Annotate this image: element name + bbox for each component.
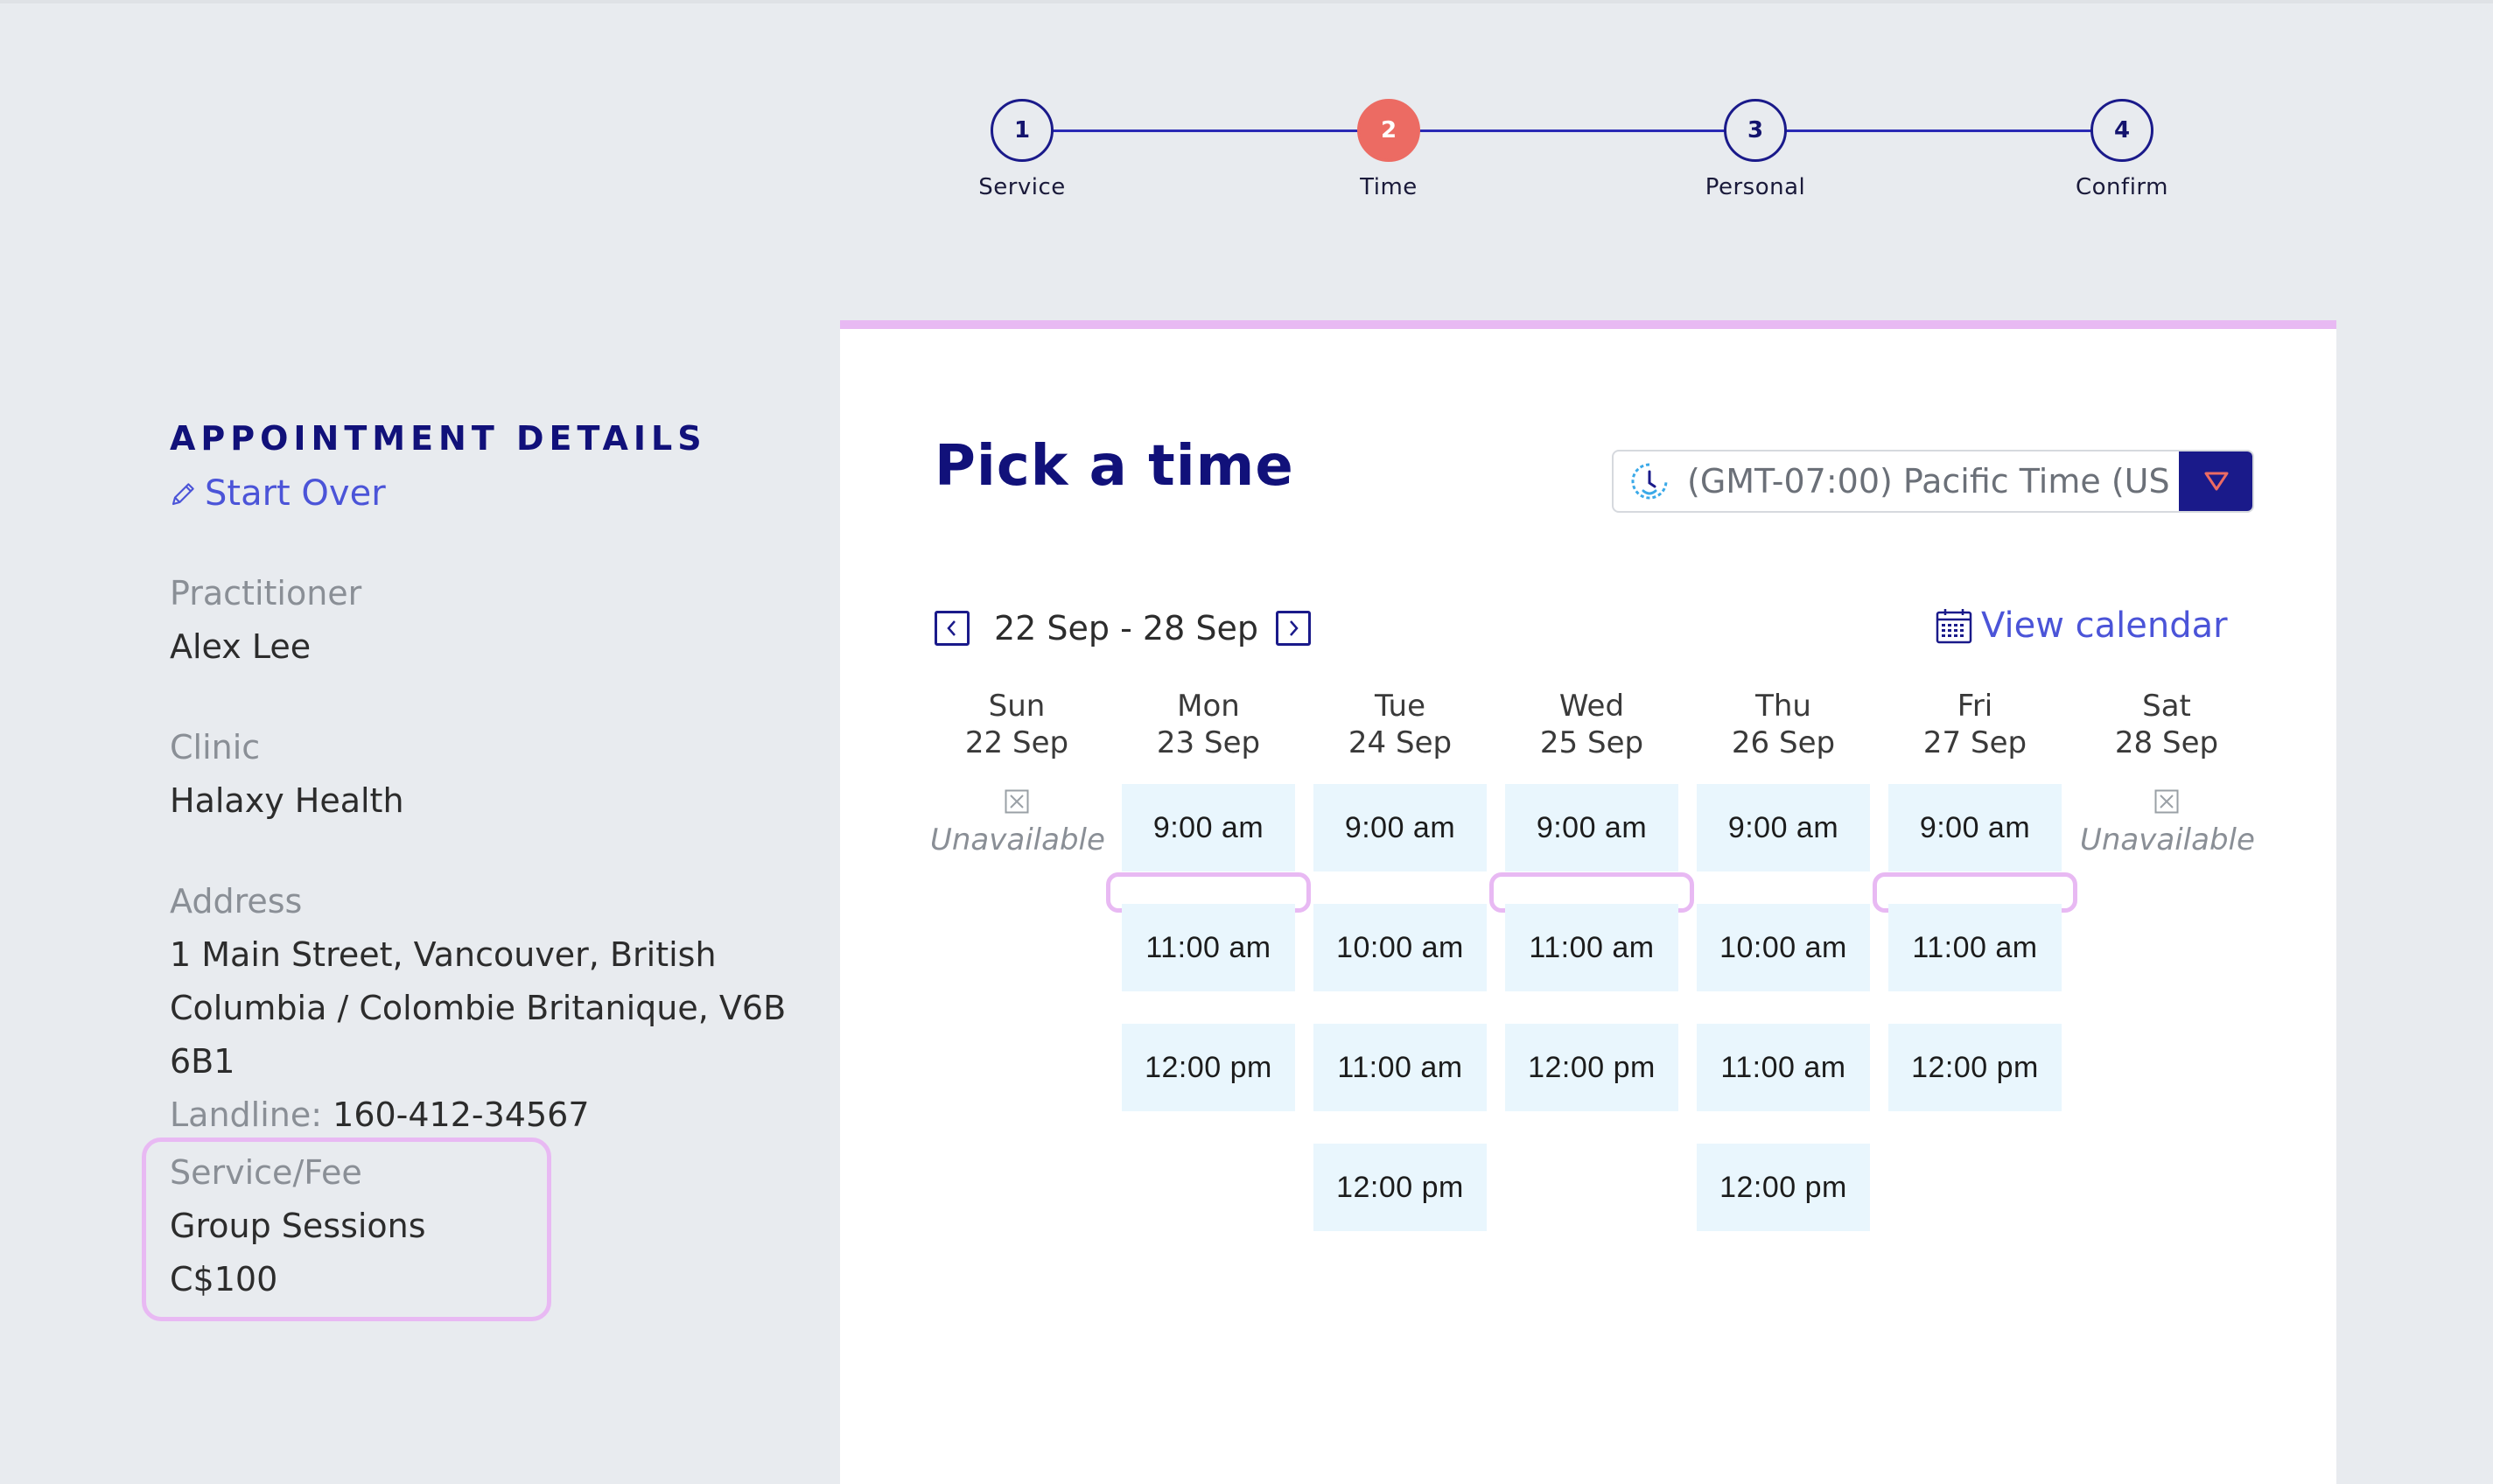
step-label: Confirm — [2076, 174, 2168, 200]
day-date: 25 Sep — [1539, 725, 1644, 760]
timezone-select[interactable]: (GMT-07:00) Pacific Time (US & Canada) — [1612, 450, 2254, 513]
timezone-value: (GMT-07:00) Pacific Time (US & Canada) — [1687, 462, 2179, 500]
page-title: Pick a time — [935, 434, 1294, 499]
week-range: 22 Sep - 28 Sep — [994, 609, 1258, 648]
view-calendar-label: View calendar — [1981, 606, 2228, 646]
landline: Landline: 160-412-34567 — [170, 1088, 835, 1142]
clinic-label: Clinic — [170, 728, 261, 766]
landline-value: 160-412-34567 — [333, 1096, 590, 1134]
day-column-sun: Sun 22 Sep Unavailable — [930, 688, 1105, 858]
view-calendar-link[interactable]: View calendar — [1934, 606, 2228, 646]
step-number: 1 — [991, 99, 1054, 162]
step-label: Time — [1360, 174, 1418, 200]
calendar-icon — [1936, 609, 1972, 644]
time-slot[interactable]: 9:00 am — [1888, 784, 2062, 872]
previous-week-button[interactable] — [935, 611, 970, 646]
day-name: Fri — [1957, 689, 1993, 724]
day-name: Thu — [1755, 689, 1811, 724]
appointment-details-title: APPOINTMENT DETAILS — [170, 419, 707, 458]
address-line: 6B1 — [170, 1042, 235, 1081]
day-column-mon: Mon 23 Sep 9:00 am 11:00 am 12:00 pm — [1106, 688, 1311, 1111]
appointment-details-panel: APPOINTMENT DETAILS Start Over Practitio… — [170, 411, 835, 1142]
chevron-down-icon — [2204, 472, 2229, 491]
pencil-icon — [172, 483, 194, 506]
address-line: Columbia / Colombie Britanique, V6B — [170, 989, 787, 1027]
time-slot[interactable]: 11:00 am — [1122, 904, 1295, 991]
time-picker-card: Pick a time (GMT-07:00) Pacific Time (US… — [840, 320, 2336, 1484]
address-line: 1 Main Street, Vancouver, British — [170, 935, 717, 974]
day-date: 26 Sep — [1731, 725, 1836, 760]
time-slot[interactable]: 12:00 pm — [1888, 1024, 2062, 1111]
day-column-fri: Fri 27 Sep 9:00 am 11:00 am 12:00 pm — [1873, 688, 2077, 1111]
timezone-clock-icon — [1631, 463, 1668, 500]
address-label: Address — [170, 882, 303, 920]
day-column-wed: Wed 25 Sep 9:00 am 11:00 am 12:00 pm — [1489, 688, 1694, 1111]
address-block: Address 1 Main Street, Vancouver, Britis… — [170, 875, 835, 1142]
step-time[interactable]: 2 Time — [1292, 99, 1485, 200]
time-slot[interactable]: 12:00 pm — [1122, 1024, 1295, 1111]
time-slot[interactable]: 12:00 pm — [1313, 1144, 1487, 1231]
step-label: Personal — [1705, 174, 1806, 200]
service-fee-block: Service/Fee Group Sessions C$100 — [170, 1146, 426, 1306]
practitioner-block: Practitioner Alex Lee — [170, 567, 835, 674]
start-over-label: Start Over — [205, 473, 386, 514]
day-column-thu: Thu 26 Sep 9:00 am 10:00 am 11:00 am 12:… — [1697, 688, 1870, 1231]
day-name: Sat — [2142, 689, 2191, 724]
day-date: 23 Sep — [1156, 725, 1261, 760]
time-slot[interactable]: 11:00 am — [1505, 904, 1678, 991]
unavailable-icon — [2154, 789, 2179, 814]
unavailable-label: Unavailable — [2080, 822, 2255, 858]
day-name: Tue — [1374, 689, 1426, 724]
time-slot[interactable]: 9:00 am — [1313, 784, 1487, 872]
time-slot[interactable]: 12:00 pm — [1697, 1144, 1870, 1231]
time-slot[interactable]: 9:00 am — [1505, 784, 1678, 872]
time-slot[interactable]: 11:00 am — [1888, 904, 2062, 991]
progress-stepper: 1 Service 2 Time 3 Personal 4 Confirm — [0, 0, 2493, 228]
clinic-block: Clinic Halaxy Health — [170, 721, 835, 828]
fee-value: C$100 — [170, 1260, 278, 1298]
chevron-right-icon — [1290, 620, 1299, 636]
service-fee-label: Service/Fee — [170, 1153, 362, 1192]
step-personal[interactable]: 3 Personal — [1659, 99, 1852, 200]
time-slot[interactable]: 11:00 am — [1697, 1024, 1870, 1111]
unavailable-label: Unavailable — [930, 822, 1105, 858]
time-slot[interactable]: 12:00 pm — [1505, 1024, 1678, 1111]
step-confirm[interactable]: 4 Confirm — [2026, 99, 2218, 200]
time-slot[interactable]: 9:00 am — [1122, 784, 1295, 872]
time-slot[interactable]: 10:00 am — [1313, 904, 1487, 991]
service-value: Group Sessions — [170, 1207, 426, 1245]
landline-label: Landline: — [170, 1096, 323, 1134]
practitioner-value: Alex Lee — [170, 627, 312, 666]
unavailable-icon — [1005, 789, 1029, 814]
timezone-dropdown-button[interactable] — [2179, 452, 2252, 511]
day-date: 28 Sep — [2114, 725, 2219, 760]
step-service[interactable]: 1 Service — [926, 99, 1118, 200]
start-over-link[interactable]: Start Over — [170, 471, 835, 516]
step-number: 4 — [2090, 99, 2153, 162]
clinic-value: Halaxy Health — [170, 781, 404, 820]
week-navigation: 22 Sep - 28 Sep — [935, 609, 1311, 648]
time-slot[interactable]: 10:00 am — [1697, 904, 1870, 991]
day-column-tue: Tue 24 Sep 9:00 am 10:00 am 11:00 am 12:… — [1313, 688, 1487, 1231]
day-name: Wed — [1558, 689, 1625, 724]
day-date: 24 Sep — [1348, 725, 1453, 760]
day-name: Mon — [1177, 689, 1240, 724]
day-date: 27 Sep — [1922, 725, 2027, 760]
day-date: 22 Sep — [964, 725, 1069, 760]
next-week-button[interactable] — [1275, 611, 1311, 646]
step-label: Service — [978, 174, 1066, 200]
time-slot[interactable]: 9:00 am — [1697, 784, 1870, 872]
step-number: 2 — [1357, 99, 1420, 162]
day-column-sat: Sat 28 Sep Unavailable — [2080, 688, 2255, 858]
chevron-left-icon — [947, 620, 956, 636]
step-number: 3 — [1724, 99, 1787, 162]
practitioner-label: Practitioner — [170, 574, 362, 612]
day-name: Sun — [988, 689, 1046, 724]
time-slot[interactable]: 11:00 am — [1313, 1024, 1487, 1111]
